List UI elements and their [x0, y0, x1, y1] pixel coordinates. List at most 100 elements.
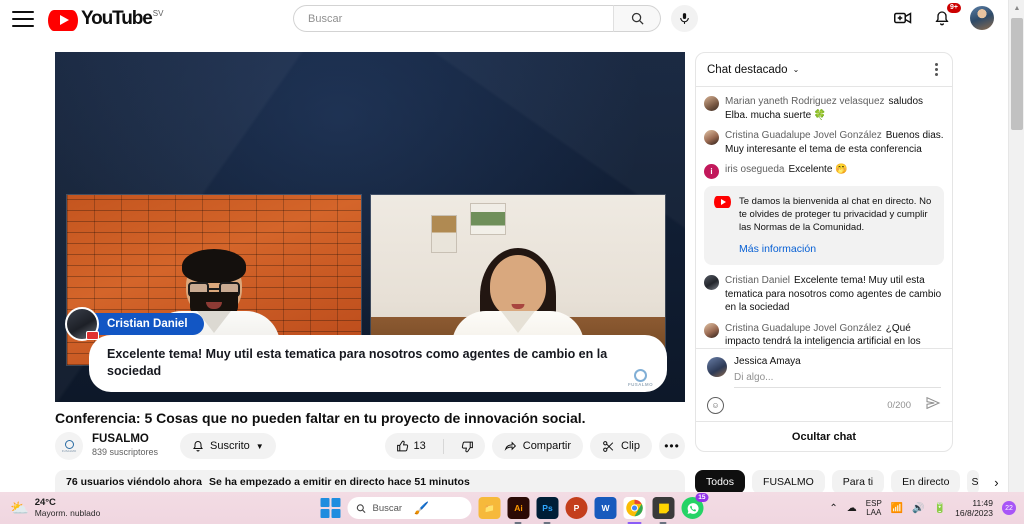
wifi-icon[interactable]: 📶	[891, 503, 903, 514]
tray-date: 16/8/2023	[955, 508, 993, 518]
video-action-bar: FUSALMO FUSALMO 839 suscriptores Suscrit…	[55, 432, 685, 460]
youtube-header: YouTube SV Buscar	[0, 0, 1008, 38]
weather-text: 24°C Mayorm. nublado	[35, 497, 101, 519]
clip-button[interactable]: Clip	[590, 433, 652, 459]
chat-message-text: Cristina Guadalupe Jovel GonzálezBuenos …	[725, 129, 944, 156]
chat-author[interactable]: Cristina Guadalupe Jovel González	[725, 323, 882, 334]
channel-avatar[interactable]: FUSALMO	[55, 432, 83, 460]
taskbar-center: Buscar 🖌️ 📁 Ai Ps P W 15	[321, 497, 704, 519]
chrome-icon[interactable]	[624, 497, 646, 519]
chat-message: Marian yaneth Rodriguez velasquezsaludos…	[704, 95, 944, 122]
notice-body: Te damos la bienvenida al chat en direct…	[739, 195, 934, 256]
notice-more-info-link[interactable]: Más información	[739, 243, 934, 256]
send-arrow-icon[interactable]	[925, 395, 941, 416]
tray-time: 11:49	[955, 498, 993, 508]
chat-message-input[interactable]: Di algo...	[734, 369, 941, 388]
bell-icon[interactable]: 9+	[931, 7, 953, 29]
youtube-logo[interactable]: YouTube SV	[48, 8, 163, 31]
powerpoint-icon[interactable]: P	[566, 497, 588, 519]
video-player[interactable]: Cristian Daniel Excelente tema! Muy util…	[55, 52, 685, 402]
chevron-down-icon: ▼	[256, 442, 264, 451]
taskbar-search-input[interactable]: Buscar 🖌️	[348, 497, 472, 519]
chat-message-text: Cristian DanielExcelente tema! Muy util …	[725, 274, 944, 315]
account-avatar[interactable]	[970, 6, 994, 30]
chip-en-directo[interactable]: En directo	[891, 470, 960, 494]
kebab-menu-icon[interactable]	[932, 59, 941, 80]
taskbar-search-placeholder: Buscar	[373, 503, 403, 514]
emoji-smile-icon[interactable]: ☺	[707, 397, 724, 414]
watermark-label: FUSALMO	[628, 382, 653, 388]
chevron-right-icon[interactable]: ›	[986, 471, 1006, 493]
microphone-icon[interactable]	[671, 5, 698, 32]
file-explorer-icon[interactable]: 📁	[479, 497, 501, 519]
bell-icon	[192, 440, 204, 452]
like-count: 13	[414, 440, 426, 452]
scissors-icon	[602, 440, 615, 453]
chat-input-tools: ☺ 0/200	[707, 395, 941, 416]
thumbs-down-icon	[461, 440, 474, 453]
scroll-up-arrow-icon[interactable]: ▲	[1009, 0, 1024, 16]
chat-message-text: iris osegueda Excelente 🤭	[725, 163, 848, 177]
subscribe-button[interactable]: Suscrito ▼	[180, 433, 276, 459]
youtube-live-page: YouTube SV Buscar	[0, 0, 1024, 524]
more-actions-button[interactable]: •••	[659, 433, 685, 459]
windows-start-icon[interactable]	[321, 498, 341, 518]
live-viewer-count: 76 usuarios viéndolo ahora	[66, 476, 202, 488]
chat-user-name: Jessica Amaya	[734, 356, 941, 367]
battery-icon[interactable]: 🔋	[934, 503, 946, 514]
hamburger-menu-icon[interactable]	[12, 11, 34, 27]
chat-header: Chat destacado ⌄	[696, 53, 952, 87]
chat-char-counter: 0/200	[887, 400, 911, 411]
chip-para-ti[interactable]: Para ti	[832, 470, 884, 494]
chat-body-text: Excelente 🤭	[788, 164, 847, 175]
volume-icon[interactable]: 🔊	[912, 503, 924, 514]
create-video-icon[interactable]	[892, 7, 914, 29]
chat-author[interactable]: Cristian Daniel	[725, 275, 790, 286]
clock-widget[interactable]: 11:49 16/8/2023	[955, 498, 993, 518]
chat-input-row: Jessica Amaya Di algo...	[707, 356, 941, 388]
share-label: Compartir	[523, 440, 571, 452]
photoshop-icon[interactable]: Ps	[537, 497, 559, 519]
live-stats-bar[interactable]: 76 usuarios viéndolo ahora Se ha empezad…	[55, 470, 685, 494]
chip-partial[interactable]: S	[967, 470, 979, 494]
weather-description: Mayorm. nublado	[35, 508, 101, 519]
share-arrow-icon	[504, 440, 517, 453]
wall-picture	[470, 203, 506, 235]
chat-message: Cristina Guadalupe Jovel González¿Qué im…	[704, 322, 944, 349]
fusalmo-watermark: FUSALMO	[628, 369, 653, 388]
weather-widget[interactable]: ⛅ 24°C Mayorm. nublado	[10, 497, 100, 519]
word-icon[interactable]: W	[595, 497, 617, 519]
chat-messages-list[interactable]: Marian yaneth Rodriguez velasquezsaludos…	[696, 87, 952, 348]
channel-name[interactable]: FUSALMO	[92, 433, 158, 446]
cloud-icon[interactable]: ☁	[847, 503, 857, 514]
search-icon[interactable]	[613, 5, 661, 32]
chat-title: Chat destacado	[707, 64, 788, 76]
hide-chat-button[interactable]: Ocultar chat	[696, 421, 952, 451]
chat-mode-dropdown[interactable]: Chat destacado ⌄	[707, 64, 799, 76]
sticky-notes-icon[interactable]	[653, 497, 675, 519]
like-button[interactable]: 13	[385, 433, 437, 459]
scrollbar-thumb[interactable]	[1011, 18, 1023, 130]
page-scrollbar[interactable]: ▲	[1008, 0, 1024, 524]
chat-user-avatar[interactable]	[707, 357, 727, 377]
youtube-logo-icon	[714, 196, 731, 208]
chat-message: Cristian DanielExcelente tema! Muy util …	[704, 274, 944, 315]
chat-avatar: i	[704, 164, 719, 179]
chat-author[interactable]: Marian yaneth Rodriguez velasquez	[725, 96, 885, 107]
clip-label: Clip	[621, 440, 640, 452]
notification-center-badge[interactable]: 22	[1002, 501, 1016, 515]
chat-author[interactable]: iris osegueda	[725, 164, 784, 175]
chat-author[interactable]: Cristina Guadalupe Jovel González	[725, 130, 882, 141]
share-button[interactable]: Compartir	[492, 433, 583, 459]
chevron-up-icon[interactable]: ⌃	[829, 503, 837, 514]
copilot-icon[interactable]: 🖌️	[414, 501, 429, 515]
whatsapp-icon[interactable]: 15	[682, 497, 704, 519]
language-indicator[interactable]: ESP LAA	[866, 499, 882, 517]
search-input[interactable]: Buscar	[293, 5, 613, 32]
illustrator-icon[interactable]: Ai	[508, 497, 530, 519]
chat-avatar	[704, 323, 719, 338]
chip-fusalmo[interactable]: FUSALMO	[752, 470, 825, 494]
filter-chips: Todos FUSALMO Para ti En directo S ›	[695, 470, 1006, 494]
chip-todos[interactable]: Todos	[695, 470, 745, 494]
dislike-button[interactable]	[450, 433, 485, 459]
